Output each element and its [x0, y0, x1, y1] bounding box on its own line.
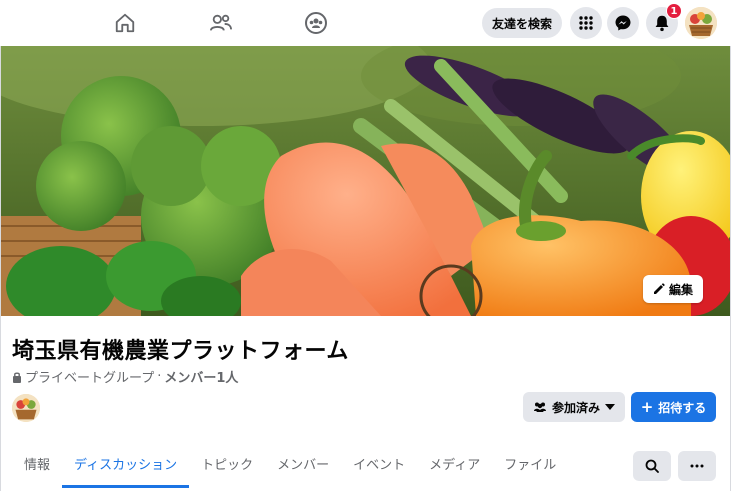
groups-icon[interactable]	[299, 8, 333, 38]
pencil-icon	[653, 283, 665, 294]
menu-grid-icon[interactable]	[570, 7, 602, 39]
cover-photo	[1, 46, 730, 316]
member-count[interactable]: メンバー1人	[164, 367, 238, 386]
group-tabs: 情報 ディスカッション トピック メンバー イベント メディア ファイル	[12, 446, 568, 488]
profile-avatar[interactable]	[685, 7, 717, 39]
home-icon[interactable]	[108, 8, 142, 38]
member-avatar[interactable]	[12, 394, 40, 422]
meta-separator: ·	[157, 369, 162, 384]
find-friends-button[interactable]: 友達を検索	[482, 8, 562, 38]
group-privacy[interactable]: プライベートグループ	[25, 367, 154, 386]
more-icon	[690, 464, 704, 468]
plus-icon: +	[640, 398, 654, 416]
joined-button[interactable]: 参加済み	[523, 392, 625, 422]
group-search-button[interactable]	[633, 451, 671, 481]
messenger-icon[interactable]	[607, 7, 639, 39]
friends-icon[interactable]	[204, 8, 238, 38]
find-friends-label: 友達を検索	[491, 16, 552, 31]
top-navigation-bar: 友達を検索 1	[0, 0, 731, 46]
tab-discussion[interactable]: ディスカッション	[62, 446, 190, 488]
tab-events[interactable]: イベント	[341, 446, 417, 488]
notification-badge: 1	[666, 3, 682, 19]
joined-label: 参加済み	[551, 400, 600, 415]
tab-members[interactable]: メンバー	[265, 446, 341, 488]
caret-down-icon	[605, 404, 615, 410]
group-meta: プライベートグループ · メンバー1人	[12, 367, 238, 386]
tab-about[interactable]: 情報	[12, 446, 62, 488]
search-icon	[645, 459, 659, 473]
more-options-button[interactable]	[678, 451, 716, 481]
tab-topics[interactable]: トピック	[189, 446, 265, 488]
tab-media[interactable]: メディア	[417, 446, 492, 488]
invite-label: 招待する	[658, 400, 707, 415]
people-icon	[533, 402, 546, 412]
group-title: 埼玉県有機農業プラットフォーム	[12, 339, 349, 364]
tab-files[interactable]: ファイル	[492, 446, 568, 488]
invite-button[interactable]: + 招待する	[631, 392, 716, 422]
edit-cover-button[interactable]: 編集	[643, 275, 703, 303]
lock-icon	[13, 371, 21, 383]
edit-cover-label: 編集	[668, 282, 693, 297]
